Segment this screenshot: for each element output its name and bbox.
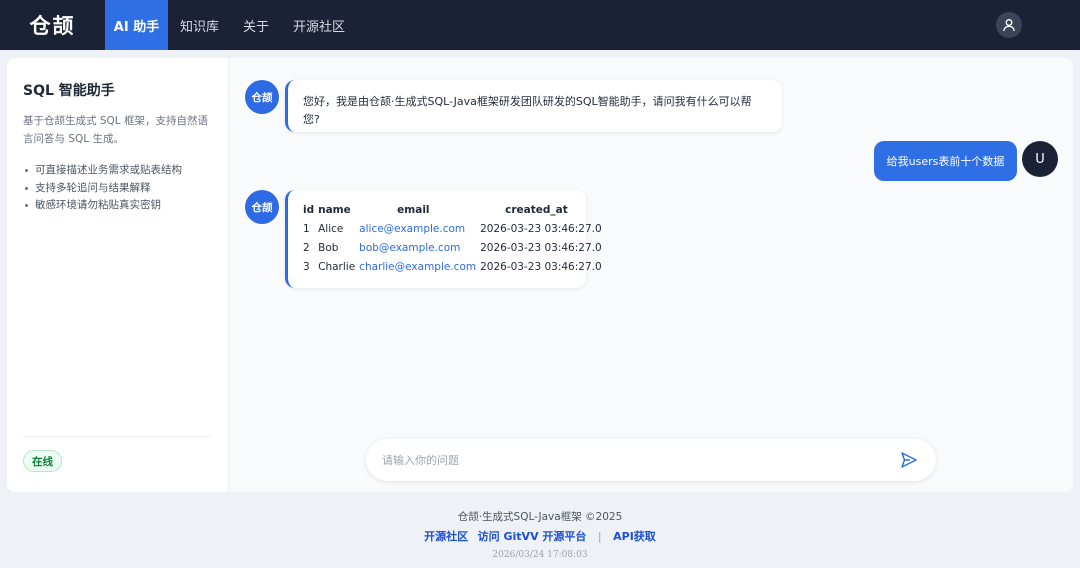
cell-name: Charlie (318, 260, 356, 273)
footer-links: 开源社区 访问 GitVV 开源平台 | API获取 (0, 528, 1080, 545)
cell-email[interactable]: charlie@example.com (357, 257, 478, 276)
footer-separator: | (597, 530, 602, 543)
user-icon (1003, 19, 1015, 32)
send-button[interactable] (898, 449, 920, 471)
footer-link-gitvv[interactable]: 访问 GitVV 开源平台 (478, 530, 587, 543)
table-row: 1 Alice alice@example.com 2026-03-23 03:… (301, 219, 604, 238)
footer: 仓颉·生成式SQL-Java框架 ©2025 开源社区 访问 GitVV 开源平… (0, 500, 1080, 568)
sidebar-tips-list: 可直接描述业务需求或贴表结构 支持多轮追问与结果解释 敏感环境请勿粘贴真实密钥 (23, 162, 212, 215)
main-panel: SQL 智能助手 基于仓颉生成式 SQL 框架，支持自然语言问答与 SQL 生成… (7, 58, 1073, 492)
sidebar-description: 基于仓颉生成式 SQL 框架，支持自然语言问答与 SQL 生成。 (23, 115, 208, 145)
footer-timestamp: 2026/03/24 17:08:03 (492, 550, 588, 560)
table-row: 3 Charlie charlie@example.com 2026-03-23… (301, 257, 604, 276)
column-header-id: id (303, 203, 315, 216)
footer-link-api[interactable]: API获取 (613, 530, 656, 543)
sidebar-tip: 支持多轮追问与结果解释 (23, 180, 212, 198)
chat-input-bar (366, 439, 936, 481)
column-header-email: email (397, 203, 430, 216)
nav-tab-open-source-community[interactable]: 开源社区 (281, 0, 357, 50)
sidebar-divider (23, 436, 212, 437)
bot-avatar: 仓颉 (245, 80, 279, 114)
user-menu-button[interactable] (996, 12, 1022, 38)
footer-copyright: 仓颉·生成式SQL-Java框架 ©2025 (457, 511, 623, 523)
app-logo[interactable]: 仓颉 (0, 0, 105, 50)
chat-area: 仓颉 您好，我是由仓颉·生成式SQL-Java框架研发团队研发的SQL智能助手，… (229, 58, 1073, 492)
table-row: 2 Bob bob@example.com 2026-03-23 03:46:2… (301, 238, 604, 257)
user-message-text: 给我users表前十个数据 (886, 155, 1005, 168)
nav-tab-knowledge-base[interactable]: 知识库 (168, 0, 231, 50)
cell-id: 2 (303, 241, 310, 254)
cell-name: Alice (318, 222, 344, 235)
cell-created-at: 2026-03-23 03:46:27.0 (480, 222, 602, 235)
nav-tab-about[interactable]: 关于 (231, 0, 281, 50)
query-result-table: id name email created_at 1 Alice alice@e… (301, 200, 604, 276)
status-badge: 在线 (23, 450, 62, 472)
cell-email[interactable]: bob@example.com (357, 238, 478, 257)
nav-tab-ai-assistant[interactable]: AI 助手 (105, 0, 168, 50)
cell-created-at: 2026-03-23 03:46:27.0 (480, 241, 602, 254)
bot-avatar: 仓颉 (245, 190, 279, 224)
sidebar: SQL 智能助手 基于仓颉生成式 SQL 框架，支持自然语言问答与 SQL 生成… (7, 58, 229, 492)
cell-name: Bob (318, 241, 339, 254)
top-navbar: 仓颉 AI 助手 知识库 关于 开源社区 (0, 0, 1080, 50)
bot-message-text: 您好，我是由仓颉·生成式SQL-Java框架研发团队研发的SQL智能助手，请问我… (303, 95, 752, 126)
column-header-name: name (318, 203, 351, 216)
column-header-created-at: created_at (505, 203, 568, 216)
footer-link-community[interactable]: 开源社区 (424, 530, 468, 543)
user-avatar: U (1022, 141, 1058, 177)
chat-input[interactable] (382, 453, 898, 467)
send-icon (901, 452, 917, 468)
user-message-bubble: 给我users表前十个数据 (874, 141, 1017, 181)
cell-email[interactable]: alice@example.com (357, 219, 478, 238)
sidebar-tip: 可直接描述业务需求或贴表结构 (23, 162, 212, 180)
cell-created-at: 2026-03-23 03:46:27.0 (480, 260, 602, 273)
bot-table-bubble: id name email created_at 1 Alice alice@e… (285, 190, 602, 288)
sidebar-tip: 敏感环境请勿粘贴真实密钥 (23, 197, 212, 215)
cell-id: 3 (303, 260, 310, 273)
cell-id: 1 (303, 222, 310, 235)
bot-message-bubble: 您好，我是由仓颉·生成式SQL-Java框架研发团队研发的SQL智能助手，请问我… (285, 80, 782, 132)
sidebar-title: SQL 智能助手 (23, 83, 115, 99)
table-header-row: id name email created_at (301, 200, 604, 219)
